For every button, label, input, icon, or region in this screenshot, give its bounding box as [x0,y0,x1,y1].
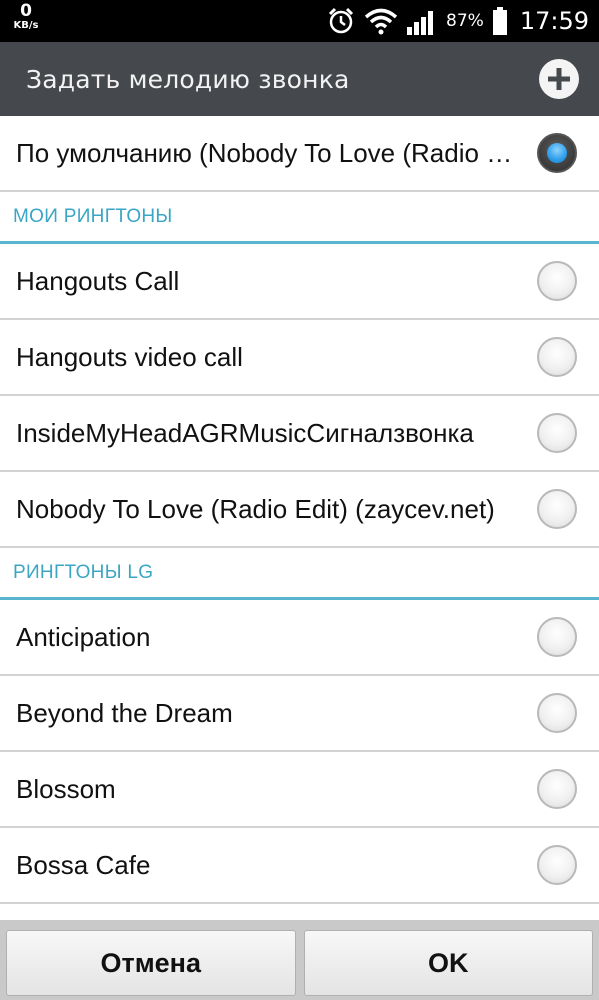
clock: 17:59 [519,7,589,35]
list-item[interactable]: Blossom [0,752,599,828]
list-item[interactable]: Beyond the Dream [0,676,599,752]
list-item[interactable]: Anticipation [0,600,599,676]
battery-percent: 87% [446,11,484,31]
radio-button[interactable] [537,845,577,885]
ok-button[interactable]: OK [303,930,593,996]
battery-icon [492,7,508,35]
list-item[interactable]: Bossa Cafe [0,828,599,904]
cancel-button[interactable]: Отмена [6,930,296,996]
list-item[interactable]: Hangouts video call [0,320,599,396]
list-item-label: Blossom [16,773,116,804]
ringtone-list: По умолчанию (Nobody To Love (Radio Edit… [0,116,599,904]
list-item-label: По умолчанию (Nobody To Love (Radio Edit… [16,137,524,168]
section-title: РИНГТОНЫ LG [13,561,154,583]
dialog-title-bar: Задать мелодию звонка [0,42,599,116]
list-item[interactable]: InsideMyHeadAGRMusicСигналзвонка [0,396,599,472]
radio-button[interactable] [537,489,577,529]
list-item-label: Nobody To Love (Radio Edit) (zaycev.net) [16,493,495,524]
add-ringtone-button[interactable] [539,59,579,99]
section-header-lg-ringtones: РИНГТОНЫ LG [0,548,599,600]
radio-button[interactable] [537,769,577,809]
radio-button[interactable] [537,261,577,301]
list-item-default[interactable]: По умолчанию (Nobody To Love (Radio Edit… [0,116,599,192]
dialog-title: Задать мелодию звонка [26,64,350,94]
radio-button[interactable] [537,693,577,733]
dialog-button-bar: Отмена OK [0,920,599,1000]
radio-button[interactable] [537,413,577,453]
net-speed-value: 0 [20,1,32,21]
list-item-label: Bossa Cafe [16,849,151,880]
radio-button[interactable] [537,337,577,377]
section-header-my-ringtones: МОИ РИНГТОНЫ [0,192,599,244]
list-item-label: Hangouts Call [16,265,180,296]
network-speed: 0 KB/s [8,3,44,31]
list-item[interactable]: Nobody To Love (Radio Edit) (zaycev.net) [0,472,599,548]
radio-button-selected[interactable] [537,133,577,173]
list-item-label: Hangouts video call [16,341,243,372]
list-item-label: Anticipation [16,621,151,652]
radio-button[interactable] [537,617,577,657]
alarm-icon [326,6,356,36]
net-speed-unit: KB/s [13,20,39,31]
list-item[interactable]: Hangouts Call [0,244,599,320]
list-item-label: InsideMyHeadAGRMusicСигналзвонка [16,417,474,448]
wifi-icon [364,7,398,35]
section-title: МОИ РИНГТОНЫ [13,205,173,227]
list-item-label: Beyond the Dream [16,697,233,728]
signal-icon [406,7,438,35]
status-bar: 0 KB/s 87% 17:59 [0,0,599,42]
plus-circle-icon [540,60,578,98]
